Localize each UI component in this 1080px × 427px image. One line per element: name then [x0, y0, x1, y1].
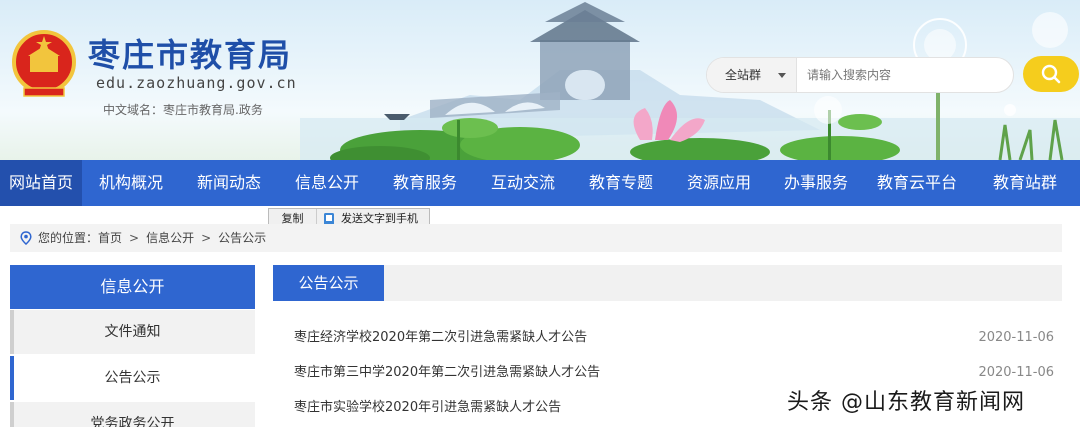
search-input[interactable] — [807, 58, 1007, 92]
content-header: 公告公示 — [273, 265, 1062, 301]
site-domain: edu.zaozhuang.gov.cn — [96, 74, 297, 92]
breadcrumb-separator: > — [129, 231, 140, 245]
list-item: 枣庄经济学校2020年第二次引进急需紧缺人才公告 2020-11-06 — [294, 327, 1054, 349]
list-item-date: 2020-11-06 — [978, 330, 1054, 345]
chinese-domain-name: 中文域名：枣庄市教育局.政务 — [103, 103, 263, 117]
nav-item-institution[interactable]: 机构概况 — [82, 160, 180, 206]
site-header: 枣庄市教育局 edu.zaozhuang.gov.cn 中文域名：枣庄市教育局.… — [0, 0, 1080, 160]
tab-announcements[interactable]: 公告公示 — [273, 265, 384, 301]
search-scope-select[interactable]: 全站群 — [707, 58, 797, 92]
location-pin-icon — [20, 231, 32, 245]
site-title: 枣庄市教育局 — [88, 36, 293, 74]
watermark-text: 头条 @山东教育新闻网 — [787, 390, 1025, 415]
nav-item-site-group[interactable]: 教育站群 — [970, 160, 1080, 206]
nav-item-cloud-platform[interactable]: 教育云平台 — [864, 160, 970, 206]
chevron-down-icon — [778, 73, 786, 78]
breadcrumb-home[interactable]: 首页 — [98, 224, 122, 252]
list-item-title[interactable]: 枣庄市实验学校2020年引进急需紧缺人才公告 — [294, 397, 561, 419]
sidebar-item-label: 公告公示 — [104, 370, 161, 386]
nav-item-interaction[interactable]: 互动交流 — [474, 160, 572, 206]
nav-item-resources[interactable]: 资源应用 — [670, 160, 768, 206]
sidebar-item-party-affairs[interactable]: 党务政务公开 — [10, 402, 255, 427]
national-emblem-icon — [12, 30, 76, 97]
list-item-title[interactable]: 枣庄市第三中学2020年第二次引进急需紧缺人才公告 — [294, 362, 600, 384]
breadcrumb-separator: > — [201, 231, 212, 245]
sidebar-item-file-notices[interactable]: 文件通知 — [10, 310, 255, 354]
search-icon — [1041, 64, 1061, 84]
list-item: 枣庄市第三中学2020年第二次引进急需紧缺人才公告 2020-11-06 — [294, 362, 1054, 384]
sidebar-item-label: 党务政务公开 — [90, 416, 175, 427]
sidebar-item-announcements[interactable]: 公告公示 — [10, 356, 255, 400]
search-button[interactable] — [1023, 56, 1079, 92]
main-navigation: 网站首页 机构概况 新闻动态 信息公开 教育服务 互动交流 教育专题 资源应用 … — [0, 160, 1080, 206]
nav-item-special-topics[interactable]: 教育专题 — [572, 160, 670, 206]
list-item-date: 2020-11-06 — [978, 365, 1054, 380]
list-item-title[interactable]: 枣庄经济学校2020年第二次引进急需紧缺人才公告 — [294, 327, 587, 349]
sidebar-title: 信息公开 — [10, 265, 255, 309]
search-scope-label: 全站群 — [725, 68, 762, 82]
nav-item-info-disclosure[interactable]: 信息公开 — [278, 160, 376, 206]
search-box: 全站群 — [706, 57, 1014, 93]
sidebar-item-label: 文件通知 — [104, 324, 161, 340]
nav-item-online-service[interactable]: 办事服务 — [768, 160, 864, 206]
nav-item-education-service[interactable]: 教育服务 — [376, 160, 474, 206]
nav-item-news[interactable]: 新闻动态 — [180, 160, 278, 206]
breadcrumb-info-disclosure[interactable]: 信息公开 — [146, 224, 194, 252]
breadcrumb: 您的位置： 首页 > 信息公开 > 公告公示 — [10, 224, 1062, 252]
breadcrumb-prefix: 您的位置： — [38, 231, 99, 245]
nav-item-home[interactable]: 网站首页 — [0, 160, 82, 206]
breadcrumb-announcements[interactable]: 公告公示 — [218, 224, 266, 252]
